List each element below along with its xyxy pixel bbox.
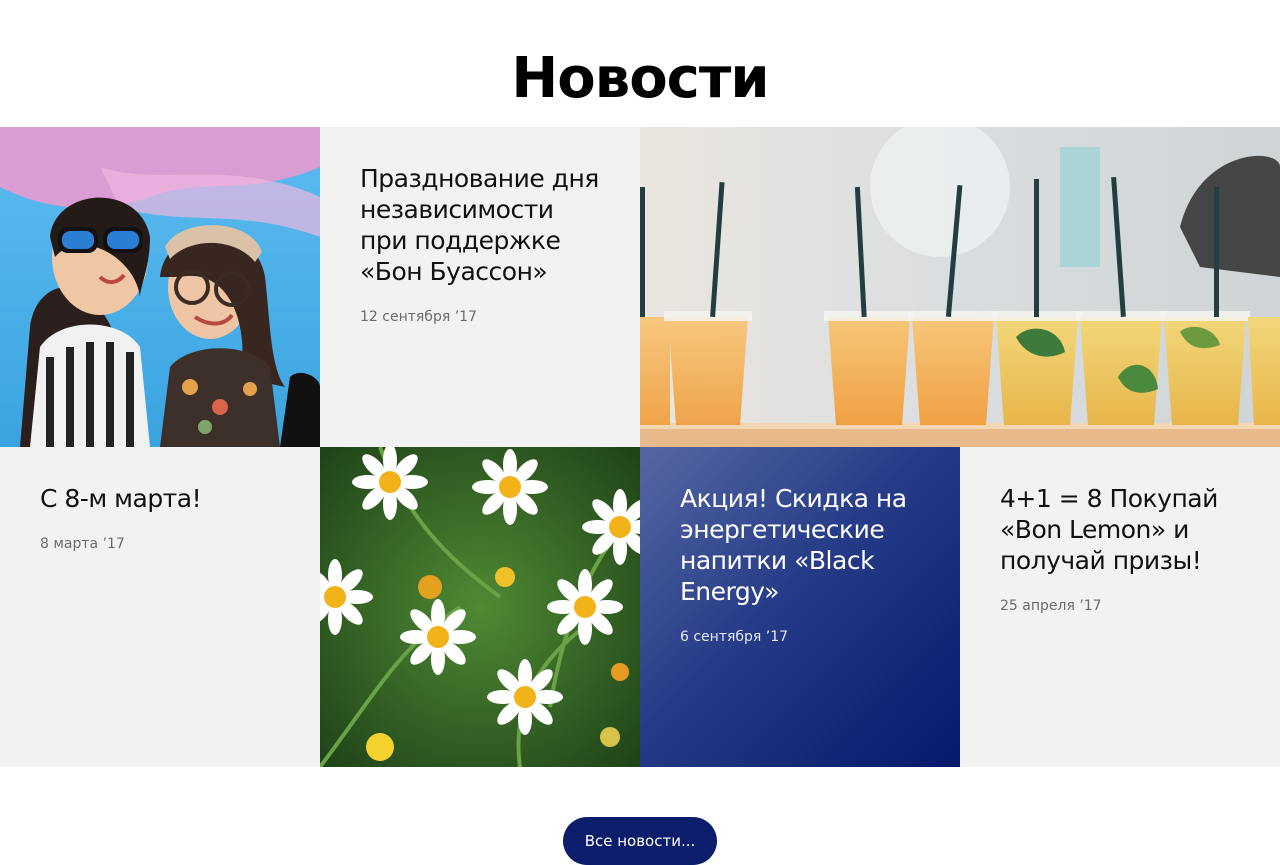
news-card[interactable]: С 8-м марта! 8 марта ’17 [0,447,320,767]
news-card-promo[interactable]: Акция! Скидка на энергетические напитки … [640,447,960,767]
news-date: 25 апреля ’17 [1000,598,1102,614]
news-grid: Празднование дня независимости при подде… [0,127,1280,767]
news-title: 4+1 = 8 Покупай «Bon Lemon» и получай пр… [1000,484,1218,575]
news-date: 12 сентября ’17 [360,309,477,325]
news-image-girls[interactable] [0,127,320,447]
news-title: С 8-м марта! [40,484,202,513]
news-image-daisies[interactable] [320,447,640,767]
all-news-button[interactable]: Все новости... [563,817,717,865]
news-date: 8 марта ’17 [40,536,125,552]
news-card[interactable]: 4+1 = 8 Покупай «Bon Lemon» и получай пр… [960,447,1280,767]
page-title: Новости [511,45,769,111]
news-title: Празднование дня независимости при подде… [360,164,599,286]
news-date: 6 сентября ’17 [680,629,789,645]
news-image-drinks[interactable] [640,127,1280,447]
news-title: Акция! Скидка на энергетические напитки … [680,484,907,606]
news-card[interactable]: Празднование дня независимости при подде… [320,127,640,447]
